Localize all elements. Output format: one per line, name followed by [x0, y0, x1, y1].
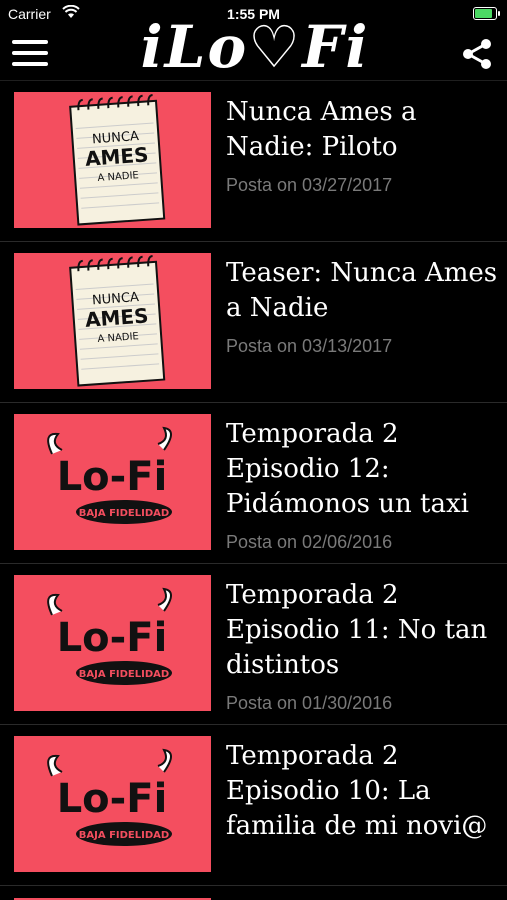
episode-text: Temporada 2 Episodio 10: La familia de m… [226, 739, 502, 844]
episode-title[interactable]: Temporada 2 Episodio 12: Pidámonos un ta… [226, 417, 502, 522]
svg-text:Lo-Fi: Lo-Fi [57, 776, 168, 822]
svg-text:BAJA FIDELIDAD: BAJA FIDELIDAD [79, 669, 169, 680]
episode-date: Posta on 03/27/2017 [226, 175, 393, 195]
episode-row[interactable]: Lo-Fi BAJA FIDELIDAD Temporada 2 Episodio … [0, 564, 507, 725]
episode-row[interactable]: Lo-Fi BAJA FIDELIDAD Temporada 2 Episodio … [0, 403, 507, 564]
lofi-bull-logo-art: Lo-Fi BAJA FIDELIDAD [47, 426, 172, 524]
episode-row[interactable]: Lo-Fi BAJA FIDELIDAD Temporada 2 Episodio … [0, 725, 507, 886]
episode-thumbnail[interactable]: Lo-Fi BAJA FIDELIDAD [14, 575, 211, 711]
episode-title[interactable]: Temporada 2 Episodio 10: La familia de m… [226, 739, 502, 844]
lofi-bull-logo-art: Lo-Fi BAJA FIDELIDAD [47, 587, 172, 685]
episode-title[interactable]: Temporada 2 Episodio 11: No tan distinto… [226, 578, 502, 683]
episode-thumbnail[interactable]: Lo-Fi BAJA FIDELIDAD [14, 414, 211, 550]
share-icon[interactable] [459, 36, 495, 72]
navigation-bar: iLo♡Fi [0, 13, 507, 81]
episode-date: Posta on 01/30/2016 [226, 693, 393, 713]
episode-text: Nunca Ames a Nadie: Piloto Posta on 03/27… [226, 95, 502, 196]
app-logo: iLo♡Fi [140, 13, 370, 81]
svg-text:BAJA FIDELIDAD: BAJA FIDELIDAD [79, 508, 169, 519]
nunca-ames-notepad-art: NUNCAAMESA NADIE [69, 94, 166, 226]
svg-text:Lo-Fi: Lo-Fi [57, 615, 168, 661]
episode-text: Temporada 2 Episodio 11: No tan distinto… [226, 578, 502, 714]
episode-text: Teaser: Nunca Ames a Nadie Posta on 03/13… [226, 256, 502, 357]
svg-text:BAJA FIDELIDAD: BAJA FIDELIDAD [79, 830, 169, 841]
episode-list: NUNCA AMES A NADIE Nunca Ames a Nadie: Pilo… [0, 81, 507, 886]
episode-thumbnail[interactable]: NUNCA AMES A NADIE [14, 253, 211, 389]
svg-text:AMES: AMES [84, 142, 149, 170]
lofi-bull-logo-art: Lo-Fi BAJA FIDELIDAD [47, 748, 172, 846]
episode-title[interactable]: Teaser: Nunca Ames a Nadie [226, 256, 502, 326]
episode-date: Posta on 02/06/2016 [226, 532, 393, 552]
battery-icon [473, 7, 500, 20]
episode-row[interactable]: NUNCA AMES A NADIE Nunca Ames a Nadie: Pilo… [0, 81, 507, 242]
nunca-ames-notepad-art: NUNCAAMESA NADIE [69, 255, 166, 387]
episode-row[interactable]: NUNCA AMES A NADIE Teaser: Nunca Ames a Nad… [0, 242, 507, 403]
episode-text: Temporada 2 Episodio 12: Pidámonos un ta… [226, 417, 502, 553]
episode-thumbnail[interactable]: Lo-Fi BAJA FIDELIDAD [14, 736, 211, 872]
episode-date: Posta on 03/13/2017 [226, 336, 393, 356]
menu-button[interactable] [12, 40, 48, 66]
episode-thumbnail[interactable]: NUNCA AMES A NADIE [14, 92, 211, 228]
svg-text:AMES: AMES [84, 303, 149, 331]
svg-text:Lo-Fi: Lo-Fi [57, 454, 168, 500]
episode-title[interactable]: Nunca Ames a Nadie: Piloto [226, 95, 502, 165]
